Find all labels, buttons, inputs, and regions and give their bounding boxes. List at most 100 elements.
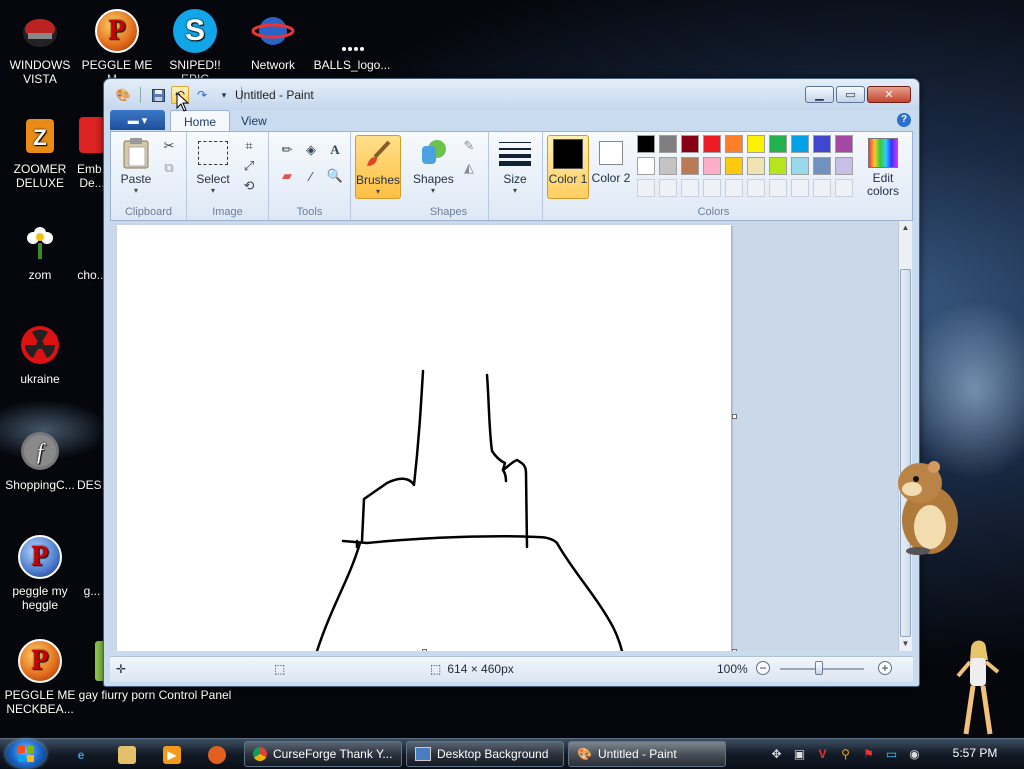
- tray-monitor-icon[interactable]: ▭: [883, 745, 900, 762]
- palette-color-swatch[interactable]: [703, 157, 721, 175]
- palette-color-swatch[interactable]: [637, 135, 655, 153]
- palette-color-swatch[interactable]: [725, 157, 743, 175]
- fill-bucket-icon[interactable]: ◈: [301, 140, 321, 160]
- size-button[interactable]: Size ▾: [495, 135, 535, 195]
- palette-color-swatch[interactable]: [703, 135, 721, 153]
- palette-color-swatch[interactable]: [769, 135, 787, 153]
- paint-window[interactable]: 🎨 ↶ ↷ ▾ Untitled - Paint ▁ ▭ ✕ ▬ ▾ Home …: [103, 78, 920, 687]
- hamster-desktop-pet[interactable]: [890, 455, 960, 560]
- paste-button[interactable]: Paste ▾: [117, 135, 155, 195]
- vertical-scrollbar[interactable]: ▲ ▼: [898, 221, 912, 651]
- palette-color-swatch[interactable]: [637, 157, 655, 175]
- zoom-out-icon[interactable]: −: [756, 661, 770, 675]
- file-explorer-icon[interactable]: [118, 746, 136, 764]
- palette-custom-empty-swatch[interactable]: [769, 179, 787, 197]
- fill-icon[interactable]: ◭: [459, 158, 479, 178]
- desktop-icon-zoomer-deluxe[interactable]: Z ZOOMER DELUXE: [0, 112, 80, 190]
- palette-custom-empty-swatch[interactable]: [659, 179, 677, 197]
- canvas-resize-handle-bottom[interactable]: [422, 649, 427, 651]
- start-button[interactable]: [6, 740, 46, 768]
- canvas-workspace[interactable]: [110, 221, 898, 651]
- tray-app-icon[interactable]: ▣: [791, 745, 808, 762]
- outline-icon[interactable]: ✎: [459, 136, 479, 156]
- eraser-icon[interactable]: ▰: [277, 166, 297, 186]
- select-button[interactable]: Select ▾: [193, 135, 233, 195]
- scroll-down-arrow-icon[interactable]: ▼: [899, 637, 912, 651]
- palette-custom-empty-swatch[interactable]: [637, 179, 655, 197]
- tray-volume-icon[interactable]: ◉: [906, 745, 923, 762]
- save-icon[interactable]: [149, 86, 167, 104]
- edit-colors-button[interactable]: Edit colors: [859, 135, 907, 198]
- minimize-button[interactable]: ▁: [805, 86, 834, 103]
- color2-button[interactable]: Color 2: [591, 135, 631, 185]
- help-icon[interactable]: ?: [897, 113, 911, 127]
- scroll-thumb[interactable]: [900, 269, 911, 637]
- palette-custom-empty-swatch[interactable]: [703, 179, 721, 197]
- desktop-icon-shoppingc[interactable]: f ShoppingC...: [0, 428, 80, 492]
- palette-color-swatch[interactable]: [747, 157, 765, 175]
- maximize-button[interactable]: ▭: [836, 86, 865, 103]
- redo-icon[interactable]: ↷: [193, 86, 211, 104]
- palette-custom-empty-swatch[interactable]: [835, 179, 853, 197]
- palette-color-swatch[interactable]: [769, 157, 787, 175]
- taskbar-window-desktop-background[interactable]: Desktop Background: [406, 741, 564, 767]
- taskbar-window-curseforge[interactable]: CurseForge Thank Y...: [244, 741, 402, 767]
- palette-custom-empty-swatch[interactable]: [681, 179, 699, 197]
- magnifier-icon[interactable]: 🔍: [325, 166, 345, 186]
- color1-button[interactable]: Color 1: [547, 135, 589, 199]
- palette-color-swatch[interactable]: [659, 135, 677, 153]
- desktop-icon-peggle-me[interactable]: P PEGGLE ME M...: [77, 8, 157, 86]
- canvas-resize-handle-right[interactable]: [732, 414, 737, 419]
- brushes-button[interactable]: Brushes ▾: [355, 135, 401, 199]
- paint-app-icon[interactable]: 🎨: [114, 86, 132, 104]
- palette-color-swatch[interactable]: [747, 135, 765, 153]
- media-player-icon[interactable]: ▶: [163, 746, 181, 764]
- desktop-icon-windows-vista[interactable]: WINDOWS VISTA: [0, 8, 80, 86]
- clock[interactable]: 5:57 PM: [940, 746, 1010, 760]
- palette-color-swatch[interactable]: [725, 135, 743, 153]
- canvas-resize-handle-corner[interactable]: [732, 649, 737, 651]
- internet-explorer-icon[interactable]: e: [72, 746, 90, 764]
- tab-home[interactable]: Home: [170, 110, 231, 132]
- rotate-icon[interactable]: ⟲: [239, 176, 259, 196]
- customize-toolbar-chevron-icon[interactable]: ▾: [215, 86, 233, 104]
- tray-search-icon[interactable]: ⚲: [837, 745, 854, 762]
- title-bar[interactable]: 🎨 ↶ ↷ ▾ Untitled - Paint ▁ ▭ ✕: [104, 79, 919, 110]
- desktop-icon-peggle-my-heggle[interactable]: P peggle my heggle: [0, 534, 80, 612]
- palette-custom-empty-swatch[interactable]: [747, 179, 765, 197]
- drawing-canvas[interactable]: [117, 225, 731, 651]
- palette-color-swatch[interactable]: [681, 135, 699, 153]
- desktop-icon-ukraine[interactable]: ukraine: [0, 322, 80, 386]
- palette-color-swatch[interactable]: [813, 157, 831, 175]
- tray-v-icon[interactable]: V: [814, 745, 831, 762]
- copy-icon[interactable]: ⧉: [159, 158, 179, 178]
- dancing-character-figure[interactable]: [956, 640, 1000, 738]
- palette-color-swatch[interactable]: [835, 135, 853, 153]
- palette-color-swatch[interactable]: [659, 157, 677, 175]
- desktop-icon-balls-logo[interactable]: BALLS_logo...: [312, 8, 392, 72]
- close-button[interactable]: ✕: [867, 86, 911, 103]
- tab-view[interactable]: View: [228, 110, 280, 131]
- palette-color-swatch[interactable]: [835, 157, 853, 175]
- cut-icon[interactable]: ✂: [159, 136, 179, 156]
- zoom-slider-thumb[interactable]: [815, 661, 823, 675]
- palette-color-swatch[interactable]: [791, 135, 809, 153]
- color-picker-icon[interactable]: ⁄: [301, 166, 321, 186]
- palette-custom-empty-swatch[interactable]: [725, 179, 743, 197]
- paint-quick-launch-icon[interactable]: [208, 746, 226, 764]
- palette-color-swatch[interactable]: [813, 135, 831, 153]
- scroll-up-arrow-icon[interactable]: ▲: [899, 221, 912, 235]
- desktop-icon-zom[interactable]: zom: [0, 218, 80, 282]
- palette-custom-empty-swatch[interactable]: [813, 179, 831, 197]
- palette-color-swatch[interactable]: [791, 157, 809, 175]
- desktop-icon-sniped[interactable]: S SNIPED!! EPIC: [155, 8, 235, 86]
- text-tool-icon[interactable]: A: [325, 140, 345, 160]
- desktop-icon-network[interactable]: Network: [233, 8, 313, 72]
- resize-icon[interactable]: ⤢: [239, 156, 259, 176]
- tray-flag-icon[interactable]: ⚑: [860, 745, 877, 762]
- desktop-icon-peggle-me-neckbea[interactable]: P PEGGLE ME NECKBEA...: [0, 638, 80, 716]
- palette-color-swatch[interactable]: [681, 157, 699, 175]
- crop-icon[interactable]: ⌗: [239, 136, 259, 156]
- zoom-in-icon[interactable]: +: [878, 661, 892, 675]
- paint-menu-button[interactable]: ▬ ▾: [110, 110, 165, 130]
